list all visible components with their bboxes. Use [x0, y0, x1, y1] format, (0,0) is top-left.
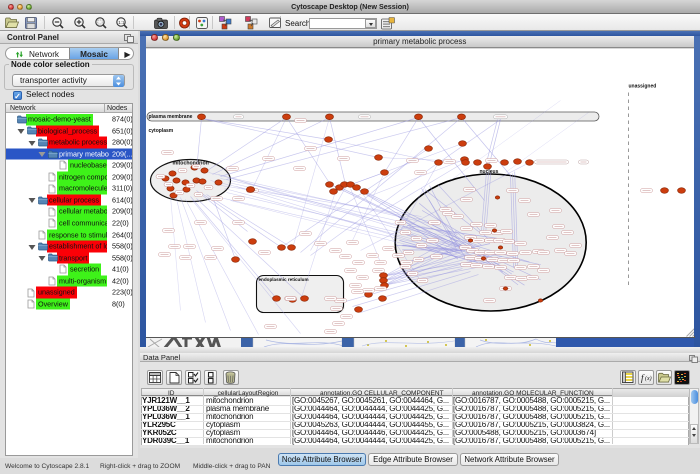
svg-text:plasma membrane: plasma membrane [148, 114, 192, 120]
svg-text:(x): (x) [645, 375, 652, 382]
svg-text:1:1: 1:1 [118, 20, 125, 25]
svg-text:nucleus: nucleus [479, 169, 498, 175]
svg-text:endoplasmic reticulum: endoplasmic reticulum [258, 277, 308, 282]
svg-text:mitochondrion: mitochondrion [172, 160, 208, 166]
svg-text:cytoplasm: cytoplasm [148, 128, 173, 134]
svg-text:unassigned: unassigned [628, 83, 656, 89]
